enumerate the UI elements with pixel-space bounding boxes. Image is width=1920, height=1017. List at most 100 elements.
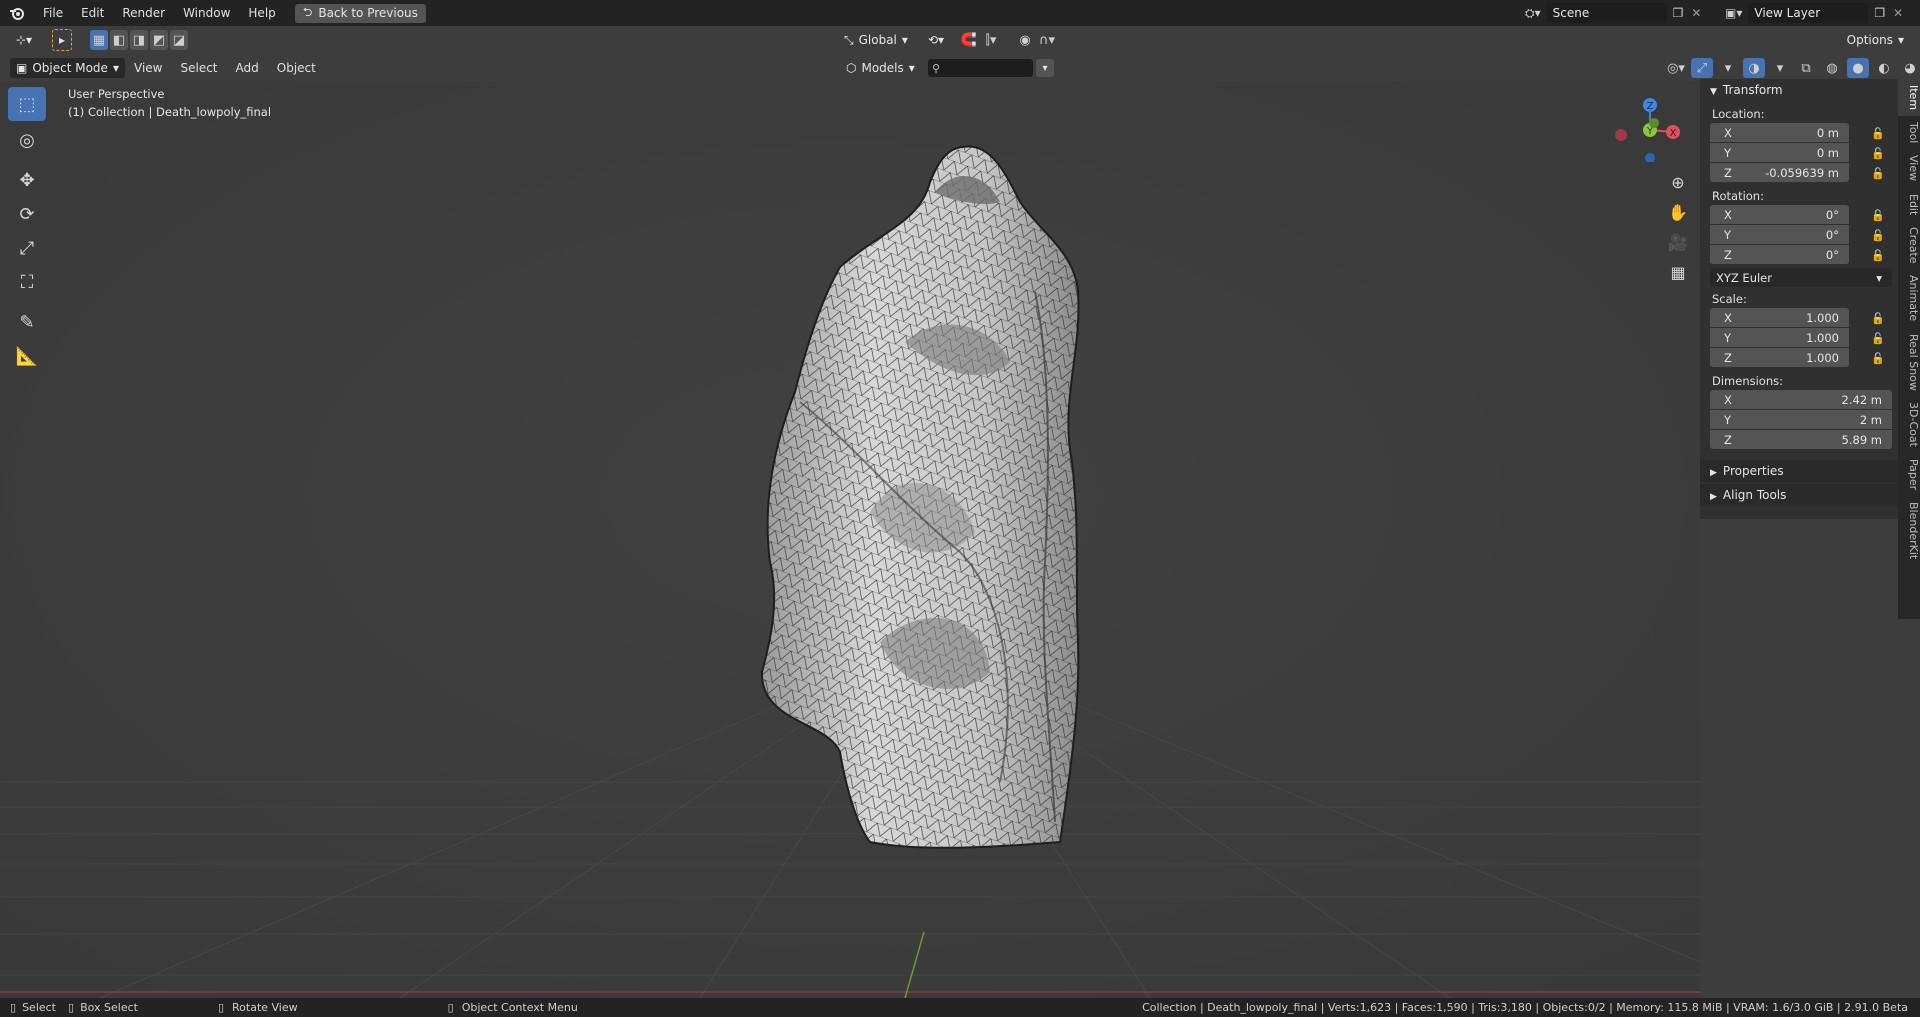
overlays-dropdown-icon[interactable]: ▾ — [1769, 58, 1791, 78]
cursor-tool-icon[interactable]: ◎ — [8, 123, 46, 157]
location-x-field[interactable]: X 0 m — [1710, 123, 1849, 142]
view-layer-name-field[interactable]: View Layer — [1748, 3, 1869, 23]
falloff-icon[interactable]: ∩▾ — [1036, 30, 1058, 50]
pan-hand-icon[interactable]: ✋ — [1664, 198, 1692, 226]
navigation-gizmo[interactable]: Z X Y — [1600, 90, 1690, 162]
dimensions-z-field[interactable]: Z 5.89 m — [1710, 430, 1892, 449]
lock-icon[interactable]: 🔓 — [1871, 209, 1885, 222]
mode-dropdown[interactable]: ▣ Object Mode ▾ — [10, 58, 125, 78]
tab-tool[interactable]: Tool — [1898, 116, 1920, 149]
transform-section-header[interactable]: ▼ Transform — [1700, 79, 1898, 101]
select-new-icon[interactable]: ▦ — [90, 30, 108, 50]
tab-create[interactable]: Create — [1898, 221, 1920, 270]
scale-y-field[interactable]: Y 1.000 — [1710, 328, 1849, 347]
rendered-shading-icon[interactable]: ◕ — [1899, 58, 1920, 78]
scene-name-field[interactable]: Scene — [1546, 3, 1667, 23]
rotation-z-field[interactable]: Z 0° — [1710, 245, 1849, 264]
select-subtract-icon[interactable]: ◨ — [130, 30, 148, 50]
dimensions-y-field[interactable]: Y 2 m — [1710, 410, 1892, 429]
tab-animate[interactable]: Animate — [1898, 269, 1920, 327]
menu-edit[interactable]: Edit — [72, 0, 113, 26]
active-tool-select-icon[interactable]: ▸ — [52, 29, 72, 51]
tab-blenderkit[interactable]: BlenderKit — [1898, 496, 1920, 565]
solid-shading-icon[interactable]: ● — [1847, 58, 1869, 78]
lock-icon[interactable]: 🔓 — [1871, 229, 1885, 242]
visibility-icon[interactable]: ◎▾ — [1665, 58, 1687, 78]
snap-toggle-icon[interactable]: 🧲 — [958, 30, 980, 50]
lock-icon[interactable]: 🔓 — [1871, 127, 1885, 140]
gizmo-neg-y-axis[interactable] — [1649, 118, 1659, 128]
annotate-tool-icon[interactable]: ✎ — [8, 305, 46, 339]
editor-type-dropdown[interactable]: ⊹▾ — [10, 30, 38, 50]
lock-icon[interactable]: 🔓 — [1871, 147, 1885, 160]
gizmo-dropdown-icon[interactable]: ▾ — [1717, 58, 1739, 78]
scale-z-field[interactable]: Z 1.000 — [1710, 348, 1849, 367]
overlays-icon[interactable]: ◑ — [1743, 58, 1765, 78]
menu-render[interactable]: Render — [113, 0, 174, 26]
options-dropdown[interactable]: Options ▾ — [1841, 30, 1910, 50]
scale-x-field[interactable]: X 1.000 — [1710, 308, 1849, 327]
rotation-x-field[interactable]: X 0° — [1710, 205, 1849, 224]
zoom-icon[interactable]: ⊕ — [1664, 168, 1692, 196]
select-box-tool-icon[interactable]: ⬚ — [8, 87, 46, 121]
pivot-point-dropdown[interactable]: ⟲▾ — [922, 30, 950, 50]
measure-tool-icon[interactable]: 📐 — [8, 339, 46, 373]
rotation-y-field[interactable]: Y 0° — [1710, 225, 1849, 244]
menu-help[interactable]: Help — [239, 0, 284, 26]
snap-target-icon[interactable]: ⫿▾ — [980, 30, 1002, 50]
move-tool-icon[interactable]: ✥ — [8, 163, 46, 197]
close-scene-icon[interactable]: ✕ — [1691, 6, 1701, 20]
select-intersect-icon[interactable]: ◪ — [170, 30, 188, 50]
menu-window[interactable]: Window — [174, 0, 239, 26]
proportional-edit-icon[interactable]: ◉ — [1014, 30, 1036, 50]
transform-tool-icon[interactable]: ⛶ — [8, 265, 46, 299]
transform-orientation-dropdown[interactable]: ⤡ Global ▾ — [838, 30, 914, 50]
scale-tool-icon[interactable]: ⤢ — [8, 231, 46, 265]
menu-file[interactable]: File — [34, 0, 72, 26]
tab-view[interactable]: View — [1898, 149, 1920, 187]
perspective-grid-icon[interactable]: ▦ — [1664, 258, 1692, 286]
gizmo-neg-z-axis[interactable] — [1645, 153, 1655, 162]
camera-icon[interactable]: 🎥 — [1664, 228, 1692, 256]
menu-view[interactable]: View — [125, 58, 171, 78]
rotation-mode-dropdown[interactable]: XYZ Euler ▾ — [1710, 268, 1892, 287]
select-difference-icon[interactable]: ◩ — [150, 30, 168, 50]
location-y-field[interactable]: Y 0 m — [1710, 143, 1849, 162]
scene-selector[interactable]: ⛭▾ Scene ❐ ✕ — [1525, 3, 1701, 23]
close-view-layer-icon[interactable]: ✕ — [1893, 6, 1903, 20]
tab-real-snow[interactable]: Real Snow — [1898, 328, 1920, 397]
lock-icon[interactable]: 🔓 — [1871, 312, 1885, 325]
blender-logo-icon[interactable] — [0, 5, 34, 21]
location-z-field[interactable]: Z -0.059639 m — [1710, 163, 1849, 182]
lock-icon[interactable]: 🔓 — [1871, 249, 1885, 262]
lock-icon[interactable]: 🔓 — [1871, 352, 1885, 365]
collection-filter-dropdown[interactable]: ⬡ Models ▾ — [840, 58, 921, 78]
tab-item[interactable]: Item — [1898, 79, 1920, 117]
align-tools-section-header[interactable]: ▶ Align Tools — [1700, 484, 1898, 506]
viewport-menus: View Select Add Object — [125, 58, 325, 78]
gizmo-neg-x-axis[interactable] — [1615, 129, 1627, 141]
rotate-tool-icon[interactable]: ⟳ — [8, 197, 46, 231]
lock-icon[interactable]: 🔓 — [1871, 167, 1885, 180]
select-extend-icon[interactable]: ◧ — [110, 30, 128, 50]
dimensions-x-field[interactable]: X 2.42 m — [1710, 390, 1892, 409]
3d-viewport[interactable]: User Perspective (1) Collection | Death_… — [0, 82, 1700, 998]
back-to-previous-button[interactable]: ⮌ Back to Previous — [294, 3, 426, 23]
wireframe-shading-icon[interactable]: ◍ — [1821, 58, 1843, 78]
tab-edit[interactable]: Edit — [1898, 188, 1920, 221]
tab-paper[interactable]: Paper — [1898, 453, 1920, 496]
xray-icon[interactable]: ⧉ — [1795, 58, 1817, 78]
search-input[interactable]: ⚲ — [928, 59, 1033, 77]
view-layer-selector[interactable]: ▣▾ View Layer ❐ ✕ — [1725, 3, 1903, 23]
material-shading-icon[interactable]: ◐ — [1873, 58, 1895, 78]
menu-add[interactable]: Add — [227, 58, 268, 78]
tab-3d-coat[interactable]: 3D-Coat — [1898, 396, 1920, 453]
menu-object[interactable]: Object — [268, 58, 325, 78]
copy-scene-icon[interactable]: ❐ — [1673, 6, 1684, 20]
lock-icon[interactable]: 🔓 — [1871, 332, 1885, 345]
filter-dropdown-icon[interactable]: ▾ — [1036, 59, 1054, 77]
menu-select[interactable]: Select — [171, 58, 226, 78]
properties-section-header[interactable]: ▶ Properties — [1700, 460, 1898, 482]
gizmo-toggle-icon[interactable]: ⤢ — [1691, 58, 1713, 78]
copy-view-layer-icon[interactable]: ❐ — [1874, 6, 1885, 20]
